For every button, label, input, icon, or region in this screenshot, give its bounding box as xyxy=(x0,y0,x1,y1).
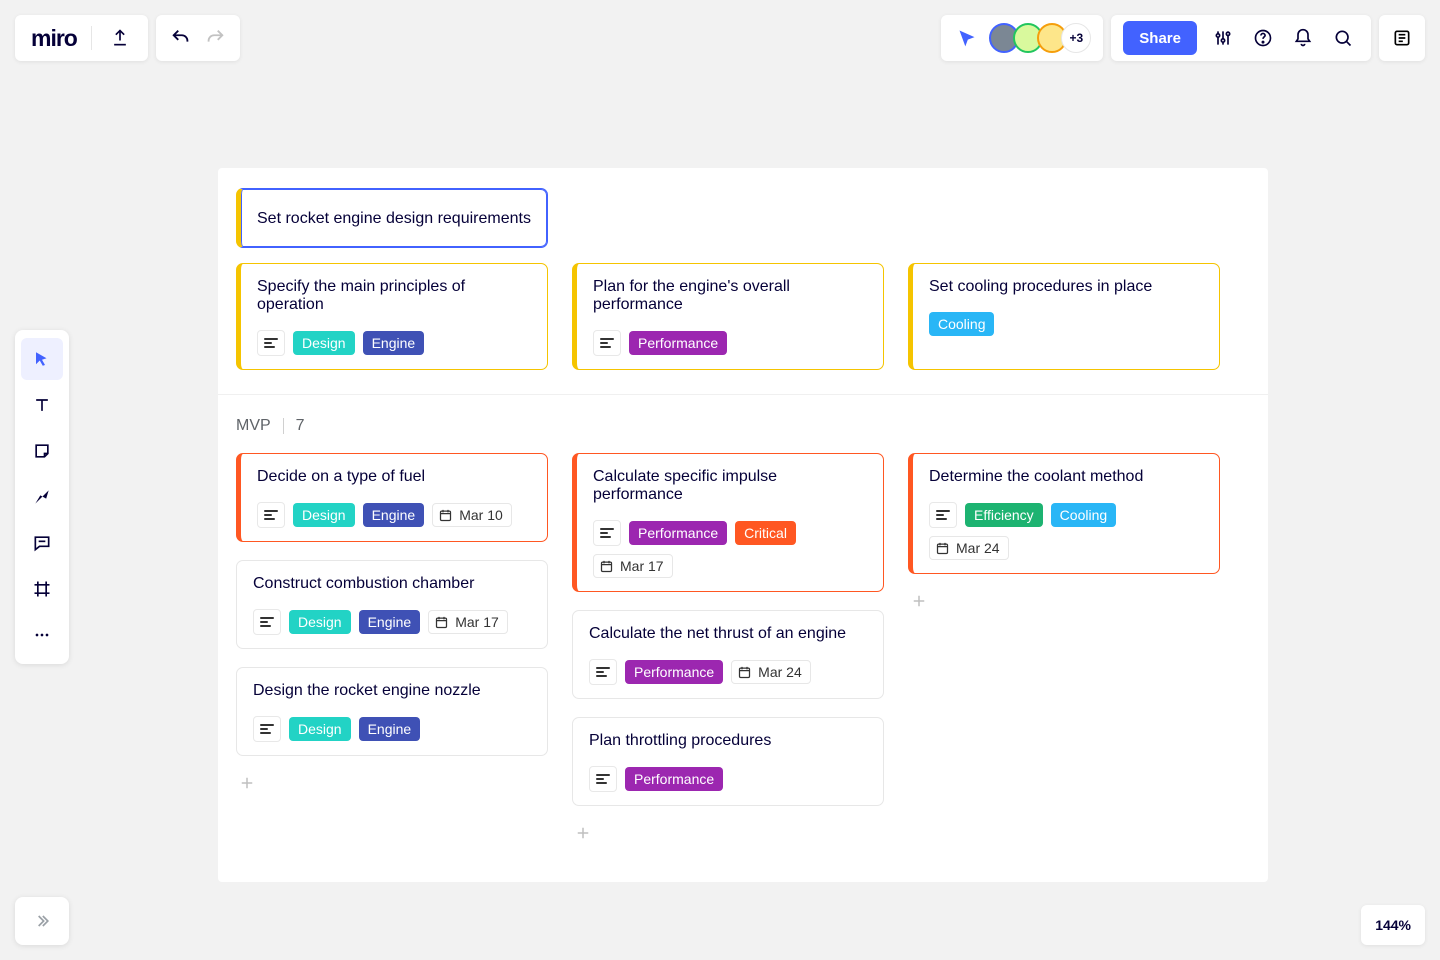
tool-sticky[interactable] xyxy=(21,430,63,472)
cursor-follow-icon[interactable] xyxy=(953,24,981,52)
tool-select[interactable] xyxy=(21,338,63,380)
avatar-more[interactable]: +3 xyxy=(1061,23,1091,53)
date-chip[interactable]: Mar 10 xyxy=(432,503,512,527)
date-chip[interactable]: Mar 24 xyxy=(731,660,811,684)
actions-pill: Share xyxy=(1111,15,1371,61)
help-icon[interactable] xyxy=(1243,15,1283,61)
tool-comment[interactable] xyxy=(21,522,63,564)
description-icon xyxy=(929,502,957,528)
bell-icon[interactable] xyxy=(1283,15,1323,61)
tag-performance[interactable]: Performance xyxy=(625,660,723,684)
export-icon[interactable] xyxy=(106,24,134,52)
tool-more[interactable] xyxy=(21,614,63,656)
card-title: Construct combustion chamber xyxy=(253,575,531,593)
card-title: Calculate the net thrust of an engine xyxy=(589,625,867,643)
settings-icon[interactable] xyxy=(1203,15,1243,61)
card[interactable]: Construct combustion chamber Design Engi… xyxy=(236,560,548,649)
tag-critical[interactable]: Critical xyxy=(735,521,796,545)
group-requirements: Set rocket engine design requirements Sp… xyxy=(218,168,1268,394)
avatars[interactable]: +3 xyxy=(989,23,1091,53)
description-icon xyxy=(593,520,621,546)
tag-performance[interactable]: Performance xyxy=(629,331,727,355)
group-count: 7 xyxy=(296,417,305,435)
logo-pill: miro xyxy=(15,15,148,61)
tag-design[interactable]: Design xyxy=(289,717,351,741)
tag-engine[interactable]: Engine xyxy=(359,717,421,741)
description-icon xyxy=(589,766,617,792)
divider xyxy=(91,26,92,50)
tag-efficiency[interactable]: Efficiency xyxy=(965,503,1043,527)
tag-design[interactable]: Design xyxy=(293,503,355,527)
tag-design[interactable]: Design xyxy=(289,610,351,634)
card-title: Determine the coolant method xyxy=(929,468,1203,486)
card-header[interactable]: Set rocket engine design requirements xyxy=(236,188,548,248)
group-mvp: MVP 7 Decide on a type of fuel Design En… xyxy=(218,395,1268,882)
card-title: Set cooling procedures in place xyxy=(929,278,1203,296)
card-title: Plan for the engine's overall performanc… xyxy=(593,278,867,314)
date-chip[interactable]: Mar 17 xyxy=(593,554,673,578)
tag-engine[interactable]: Engine xyxy=(359,610,421,634)
description-icon xyxy=(593,330,621,356)
board[interactable]: Set rocket engine design requirements Sp… xyxy=(218,168,1268,882)
tag-design[interactable]: Design xyxy=(293,331,355,355)
card[interactable]: Design the rocket engine nozzle Design E… xyxy=(236,667,548,756)
card[interactable]: Calculate the net thrust of an engine Pe… xyxy=(572,610,884,699)
share-button[interactable]: Share xyxy=(1123,21,1197,55)
tool-frame[interactable] xyxy=(21,568,63,610)
search-icon[interactable] xyxy=(1323,15,1363,61)
card[interactable]: Determine the coolant method Efficiency … xyxy=(908,453,1220,574)
presence-pill: +3 xyxy=(941,15,1103,61)
card[interactable]: Calculate specific impulse performance P… xyxy=(572,453,884,592)
date-text: Mar 24 xyxy=(956,540,1000,556)
date-text: Mar 10 xyxy=(459,507,503,523)
description-icon xyxy=(253,609,281,635)
card-title: Decide on a type of fuel xyxy=(257,468,531,486)
card-title: Design the rocket engine nozzle xyxy=(253,682,531,700)
redo-icon[interactable] xyxy=(200,24,230,52)
divider xyxy=(283,418,284,434)
add-card[interactable] xyxy=(572,824,884,842)
tool-arrow[interactable] xyxy=(21,476,63,518)
card[interactable]: Set cooling procedures in place Cooling xyxy=(908,263,1220,370)
add-card[interactable] xyxy=(236,774,548,792)
date-text: Mar 17 xyxy=(455,614,499,630)
date-chip[interactable]: Mar 24 xyxy=(929,536,1009,560)
tag-performance[interactable]: Performance xyxy=(625,767,723,791)
description-icon xyxy=(253,716,281,742)
undo-icon[interactable] xyxy=(166,24,196,52)
tag-performance[interactable]: Performance xyxy=(629,521,727,545)
date-chip[interactable]: Mar 17 xyxy=(428,610,508,634)
card[interactable]: Decide on a type of fuel Design Engine M… xyxy=(236,453,548,542)
brand-logo[interactable]: miro xyxy=(31,25,77,52)
group-name[interactable]: MVP xyxy=(236,417,271,435)
card[interactable]: Specify the main principles of operation… xyxy=(236,263,548,370)
card-title: Plan throttling procedures xyxy=(589,732,867,750)
collapse-toolbar[interactable] xyxy=(15,897,69,945)
tag-engine[interactable]: Engine xyxy=(363,331,425,355)
panel-toggle[interactable] xyxy=(1379,15,1425,61)
card[interactable]: Plan for the engine's overall performanc… xyxy=(572,263,884,370)
history-pill xyxy=(156,15,240,61)
card[interactable]: Plan throttling procedures Performance xyxy=(572,717,884,806)
card-title: Calculate specific impulse performance xyxy=(593,468,867,504)
tag-engine[interactable]: Engine xyxy=(363,503,425,527)
card-title: Set rocket engine design requirements xyxy=(257,210,531,228)
description-icon xyxy=(257,330,285,356)
zoom-level[interactable]: 144% xyxy=(1361,905,1425,945)
date-text: Mar 24 xyxy=(758,664,802,680)
add-card[interactable] xyxy=(908,592,1220,610)
description-icon xyxy=(589,659,617,685)
description-icon xyxy=(257,502,285,528)
tag-cooling[interactable]: Cooling xyxy=(1051,503,1116,527)
card-title: Specify the main principles of operation xyxy=(257,278,531,314)
date-text: Mar 17 xyxy=(620,558,664,574)
left-toolbar xyxy=(15,330,69,664)
tag-cooling[interactable]: Cooling xyxy=(929,312,994,336)
tool-text[interactable] xyxy=(21,384,63,426)
